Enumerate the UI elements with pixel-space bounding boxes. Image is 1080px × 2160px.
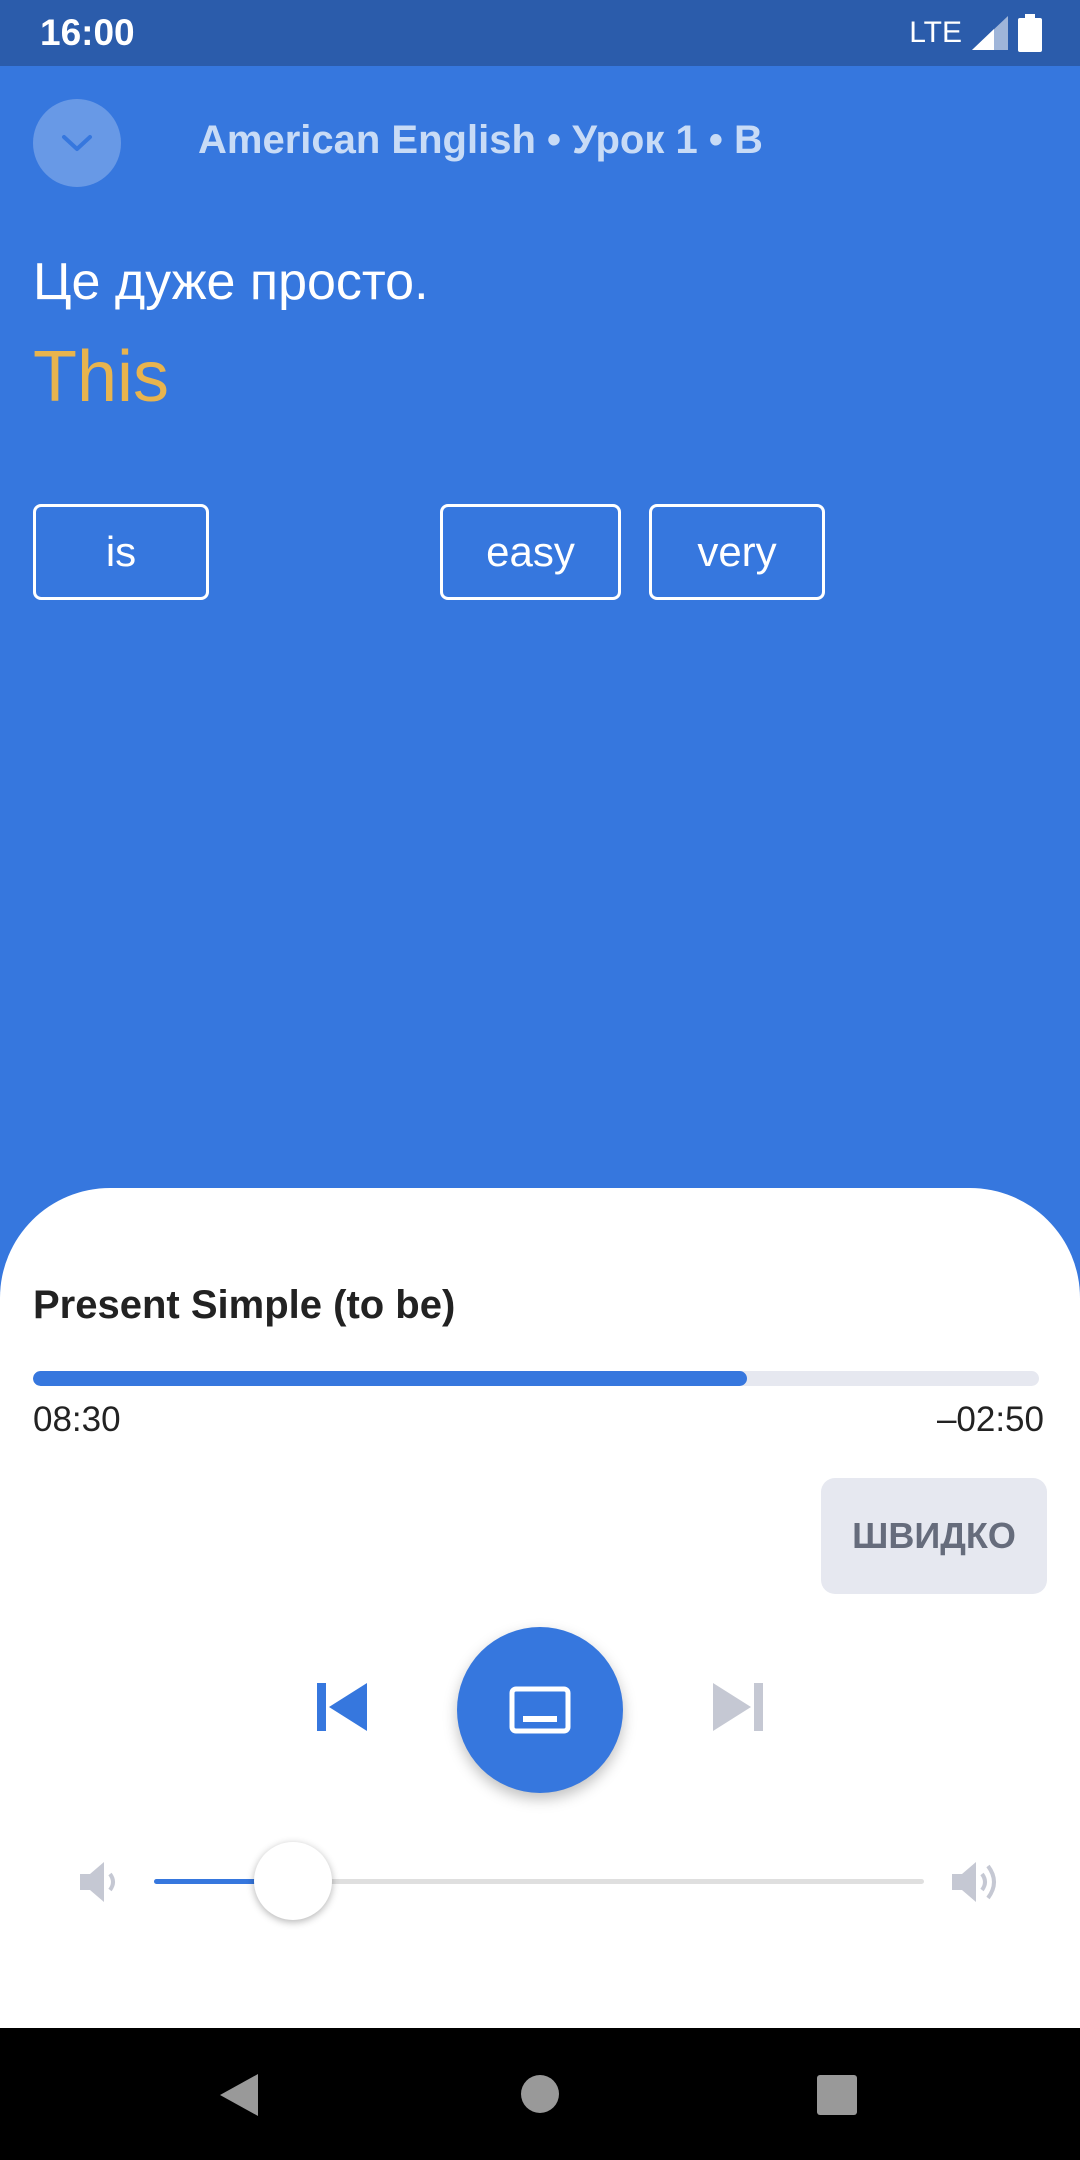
home-icon[interactable] — [520, 2074, 560, 2114]
answer-text: This — [33, 337, 170, 417]
status-time: 16:00 — [40, 12, 135, 53]
battery-icon — [1018, 14, 1042, 52]
status-bar: 16:00 LTE — [0, 0, 1080, 66]
recents-icon[interactable] — [817, 2075, 857, 2115]
progress-fill — [33, 1371, 748, 1386]
signal-icon — [972, 16, 1008, 50]
volume-slider[interactable] — [154, 1842, 924, 1920]
previous-button[interactable] — [311, 1676, 373, 1738]
chevron-down-icon — [62, 135, 92, 151]
subtitles-icon — [509, 1686, 571, 1734]
network-type: LTE — [909, 16, 962, 49]
progress-bar[interactable] — [33, 1371, 1039, 1386]
time-remaining: –02:50 — [936, 1400, 1044, 1439]
lesson-title: Present Simple (to be) — [33, 1283, 456, 1327]
time-elapsed: 08:30 — [33, 1400, 121, 1439]
next-button[interactable] — [707, 1676, 769, 1738]
source-sentence: Це дуже просто. — [33, 253, 429, 311]
skip-previous-icon — [317, 1683, 367, 1731]
system-nav-bar — [0, 2028, 1080, 2160]
word-chip-is[interactable]: is — [33, 504, 209, 600]
volume-low-icon — [80, 1862, 115, 1902]
word-chip-easy[interactable]: easy — [440, 504, 621, 600]
volume-high-icon — [952, 1862, 996, 1902]
back-icon[interactable] — [218, 2072, 260, 2118]
play-button[interactable] — [457, 1627, 623, 1793]
lesson-header-title: American English • Урок 1 • B — [198, 118, 763, 162]
collapse-button[interactable] — [33, 99, 121, 187]
word-chip-very[interactable]: very — [649, 504, 825, 600]
speed-button[interactable]: ШВИДКО — [821, 1478, 1047, 1594]
player-sheet: Present Simple (to be) 08:30 –02:50 ШВИД… — [0, 1188, 1080, 2028]
skip-next-icon — [713, 1683, 763, 1731]
status-icons: LTE — [909, 14, 1042, 52]
volume-thumb[interactable] — [253, 1842, 332, 1920]
